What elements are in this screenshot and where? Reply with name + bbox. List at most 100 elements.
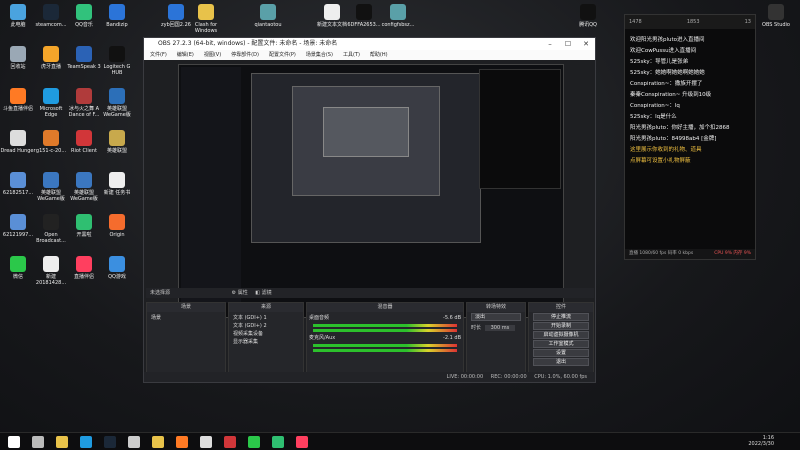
desktop-icon[interactable]: 开黑啦 <box>66 214 102 238</box>
obs-icon[interactable] <box>200 436 212 448</box>
desktop-icon[interactable]: Microsoft Edge <box>33 88 69 118</box>
desktop-icon[interactable]: 新建 20181428... <box>33 256 69 286</box>
source-item[interactable]: 视频采集设备 <box>233 330 299 338</box>
desktop-icon-label: 62121997... <box>2 232 34 238</box>
control-button[interactable]: 停止推流 <box>533 313 589 321</box>
desktop-icon[interactable]: steamcom... <box>33 4 69 28</box>
desktop-icon[interactable]: 斗鱼直播伴侣 <box>0 88 36 112</box>
edge-icon[interactable] <box>80 436 92 448</box>
close-icon[interactable]: ✕ <box>577 38 595 50</box>
source-item[interactable]: 文本 (GDI+) 1 <box>233 314 299 322</box>
obs-window-title: OBS 27.2.3 (64-bit, windows) - 配置文件: 未命名… <box>158 40 338 47</box>
menu-item[interactable]: 编辑(E) <box>177 50 194 60</box>
app-icon <box>10 4 26 20</box>
desktop-icon[interactable]: OBS Studio <box>758 4 794 28</box>
desktop-icon[interactable]: QQ音乐 <box>66 4 102 28</box>
desktop-icon[interactable]: 62182517... <box>0 172 36 196</box>
app-icon <box>109 88 125 104</box>
duration-input[interactable]: 300 ms <box>484 325 516 331</box>
control-button[interactable]: 工作室模式 <box>533 340 589 348</box>
desktop-icon-label: OBS Studio <box>762 22 790 28</box>
menu-item[interactable]: 文件(F) <box>150 50 167 60</box>
desktop-icon[interactable]: 直播伴侣 <box>66 256 102 280</box>
desktop-icon[interactable]: QQ游戏 <box>99 256 135 280</box>
desktop-icon-label: steamcom... <box>35 22 67 28</box>
live-companion-icon[interactable] <box>296 436 308 448</box>
clash-icon[interactable] <box>152 436 164 448</box>
scene-item[interactable]: 场景 <box>147 312 225 324</box>
control-button[interactable]: 启动虚拟摄像机 <box>533 331 589 339</box>
desktop-icon[interactable]: Clash for Windows <box>188 4 224 34</box>
desktop-icon[interactable]: Logitech G HUB <box>99 46 135 76</box>
obs-window[interactable]: OBS 27.2.3 (64-bit, windows) - 配置文件: 未命名… <box>143 37 596 383</box>
desktop-icon[interactable]: Dread Hunger <box>0 130 36 154</box>
desktop-icon-label: 新建文本文档 <box>316 22 347 28</box>
wechat-icon[interactable] <box>248 436 260 448</box>
control-button[interactable]: 退出 <box>533 358 589 366</box>
steam-icon[interactable] <box>104 436 116 448</box>
obs-titlebar[interactable]: OBS 27.2.3 (64-bit, windows) - 配置文件: 未命名… <box>144 38 595 50</box>
filter-icon[interactable]: ◧ <box>255 290 260 296</box>
chat-footer-right: CPU 9% 内存 9% <box>714 251 751 256</box>
desktop-icon[interactable]: Open Broadcast... <box>33 214 69 244</box>
desktop-icon[interactable]: 新建 任务书 <box>99 172 135 196</box>
kaiheila-icon[interactable] <box>272 436 284 448</box>
desktop-icon[interactable]: Riot Client <box>66 130 102 154</box>
start-icon[interactable] <box>8 436 20 448</box>
menu-item[interactable]: 帮助(H) <box>370 50 388 60</box>
desktop-icon[interactable]: 冰与火之舞 A Dance of F... <box>66 88 102 118</box>
menu-item[interactable]: 配置文件(P) <box>269 50 296 60</box>
desktop-icon[interactable]: 62121997... <box>0 214 36 238</box>
chat-message: 525sky：lq是什么 <box>630 114 677 120</box>
sources-list: 文本 (GDI+) 1 文本 (GDI+) 2 视频采集设备 显示器采集 <box>229 312 303 348</box>
volume-meter <box>313 329 457 332</box>
source-item[interactable]: 显示器采集 <box>233 338 299 346</box>
source-item[interactable]: 文本 (GDI+) 2 <box>233 322 299 330</box>
desktop-icon-label: Logitech G HUB <box>103 64 131 76</box>
desktop-icon[interactable]: configfsbsz... <box>380 4 416 28</box>
desktop-icon[interactable]: 虎牙直播 <box>33 46 69 70</box>
desktop-icon-label: configfsbsz... <box>381 22 415 28</box>
live-chat-panel[interactable]: 1478 1853 13 欢迎阳光男孩pluto进入直播间 欢迎CowPussu进… <box>624 14 756 260</box>
desktop-icon[interactable]: 6DFFA2653... <box>346 4 382 28</box>
properties-button[interactable]: 属性 <box>238 290 248 296</box>
live-label: LIVE: <box>446 374 460 380</box>
desktop-icon[interactable]: 微信 <box>0 256 36 280</box>
desktop-icon[interactable]: 回收站 <box>0 46 36 70</box>
qq-icon[interactable] <box>128 436 140 448</box>
desktop-icon[interactable]: qiantaotou <box>250 4 286 28</box>
desktop-icon[interactable]: 英雄联盟 WeGame版 <box>66 172 102 202</box>
desktop-icon[interactable]: 英雄联盟 <box>99 130 135 154</box>
desktop-icon[interactable]: TeamSpeak 3 <box>66 46 102 70</box>
control-button[interactable]: 设置 <box>533 349 589 357</box>
app-icon <box>260 4 276 20</box>
chat-app-icon[interactable] <box>224 436 236 448</box>
gear-icon[interactable]: ⚙ <box>232 290 236 296</box>
desktop-icon[interactable]: Origin <box>99 214 135 238</box>
app-icon <box>580 4 596 20</box>
filters-button[interactable]: 滤镜 <box>262 290 272 296</box>
minimize-icon[interactable]: – <box>541 38 559 50</box>
transition-select[interactable]: 淡出 <box>471 313 521 321</box>
volume-meter <box>313 324 457 327</box>
desktop-icon[interactable]: 英雄联盟 WeGame版 <box>33 172 69 202</box>
menu-item[interactable]: 停靠部件(D) <box>231 50 259 60</box>
system-clock[interactable]: 1:16 2022/3/30 <box>748 435 774 447</box>
desktop-icon[interactable]: 新建文本文档 <box>314 4 350 28</box>
app-icon <box>76 46 92 62</box>
desktop-icon[interactable]: 腾讯QQ <box>570 4 606 28</box>
file-explorer-icon[interactable] <box>56 436 68 448</box>
control-button[interactable]: 开始录制 <box>533 322 589 330</box>
menu-item[interactable]: 工具(T) <box>343 50 360 60</box>
maximize-icon[interactable]: ☐ <box>559 38 577 50</box>
search-icon[interactable] <box>32 436 44 448</box>
menu-item[interactable]: 场景集合(S) <box>306 50 333 60</box>
obs-preview[interactable] <box>178 64 564 318</box>
menu-item[interactable]: 视图(V) <box>204 50 221 60</box>
douyu-icon[interactable] <box>176 436 188 448</box>
desktop-icon[interactable]: Bandizip <box>99 4 135 28</box>
desktop-icon[interactable]: 英雄联盟 WeGame版 <box>99 88 135 118</box>
desktop-icon[interactable]: 此电脑 <box>0 4 36 28</box>
volume-meter <box>313 349 457 352</box>
desktop-icon[interactable]: g151-c-20... <box>33 130 69 154</box>
